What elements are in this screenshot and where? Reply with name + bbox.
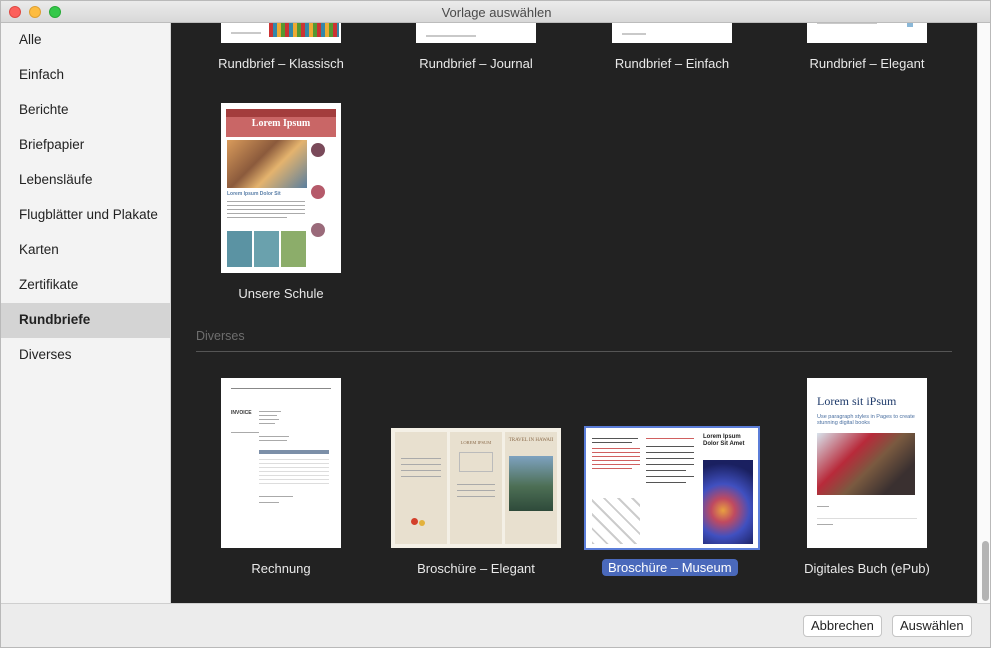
broschuere-museum-panel-heading: Lorem Ipsum Dolor Sit Amet	[703, 434, 745, 447]
template-thumbnail-broschuere-museum[interactable]: Lorem Ipsum Dolor Sit Amet	[584, 426, 760, 550]
template-label-broschuere-elegant[interactable]: Broschüre – Elegant	[396, 561, 556, 576]
gallery-scrollbar[interactable]	[977, 23, 990, 603]
template-label-rundbrief-klassisch[interactable]: Rundbrief – Klassisch	[201, 56, 361, 71]
broschuere-elegant-col3-heading: TRAVEL IN HAWAII	[508, 438, 554, 443]
template-thumbnail-rundbrief-klassisch[interactable]	[221, 23, 341, 43]
sidebar-item-berichte[interactable]: Berichte	[1, 93, 170, 128]
title-bar: Vorlage auswählen	[1, 1, 990, 23]
template-label-digitales-buch[interactable]: Digitales Buch (ePub)	[787, 561, 947, 576]
sidebar-item-karten[interactable]: Karten	[1, 233, 170, 268]
sidebar-item-diverses[interactable]: Diverses	[1, 338, 170, 373]
template-label-rundbrief-journal[interactable]: Rundbrief – Journal	[396, 56, 556, 71]
template-thumbnail-broschuere-elegant[interactable]: LOREM IPSUM TRAVEL IN HAWAII	[391, 428, 561, 548]
sidebar-item-einfach[interactable]: Einfach	[1, 58, 170, 93]
template-thumbnail-rundbrief-einfach[interactable]	[612, 23, 732, 43]
template-thumbnail-rundbrief-journal[interactable]	[416, 23, 536, 43]
sidebar-item-rundbriefe[interactable]: Rundbriefe	[1, 303, 170, 338]
epub-heading: Lorem sit iPsum	[817, 394, 897, 408]
epub-subheading: Use paragraph styles in Pages to create …	[817, 414, 915, 426]
window-title: Vorlage auswählen	[441, 5, 552, 20]
broschuere-elegant-col2-heading: LOREM IPSUM	[460, 440, 492, 445]
template-label-rechnung[interactable]: Rechnung	[201, 561, 361, 576]
template-label-rundbrief-einfach[interactable]: Rundbrief – Einfach	[592, 56, 752, 71]
template-chooser-window: Vorlage auswählen Alle Einfach Berichte …	[0, 0, 991, 648]
schule-subheading: Lorem Ipsum Dolor Sit	[227, 191, 281, 197]
category-sidebar: Alle Einfach Berichte Briefpapier Lebens…	[1, 23, 171, 603]
template-label-unsere-schule[interactable]: Unsere Schule	[201, 286, 361, 301]
section-title-diverses: Diverses	[196, 329, 245, 343]
rechnung-doc-title: INVOICE	[231, 410, 252, 416]
sidebar-item-alle[interactable]: Alle	[1, 23, 170, 58]
sidebar-item-flugblaetter[interactable]: Flugblätter und Plakate	[1, 198, 170, 233]
sidebar-item-lebenslaeufe[interactable]: Lebensläufe	[1, 163, 170, 198]
section-divider	[196, 351, 952, 352]
gallery-scrollbar-thumb[interactable]	[982, 541, 989, 601]
template-thumbnail-rechnung[interactable]: INVOICE	[221, 378, 341, 548]
schule-heading: Lorem Ipsum	[251, 118, 311, 129]
template-label-rundbrief-elegant[interactable]: Rundbrief – Elegant	[787, 56, 947, 71]
template-gallery: Rundbrief – Klassisch Rundbrief – Journa…	[171, 23, 977, 603]
template-label-broschuere-museum[interactable]: Broschüre – Museum	[602, 559, 738, 576]
sidebar-item-briefpapier[interactable]: Briefpapier	[1, 128, 170, 163]
dialog-footer: Abbrechen Auswählen	[1, 603, 990, 647]
template-thumbnail-unsere-schule[interactable]: Lorem Ipsum Lorem Ipsum Dolor Sit	[221, 103, 341, 273]
choose-button[interactable]: Auswählen	[892, 615, 972, 637]
sidebar-item-zertifikate[interactable]: Zertifikate	[1, 268, 170, 303]
template-thumbnail-rundbrief-elegant[interactable]	[807, 23, 927, 43]
cancel-button[interactable]: Abbrechen	[803, 615, 882, 637]
template-thumbnail-digitales-buch[interactable]: Lorem sit iPsum Use paragraph styles in …	[807, 378, 927, 548]
